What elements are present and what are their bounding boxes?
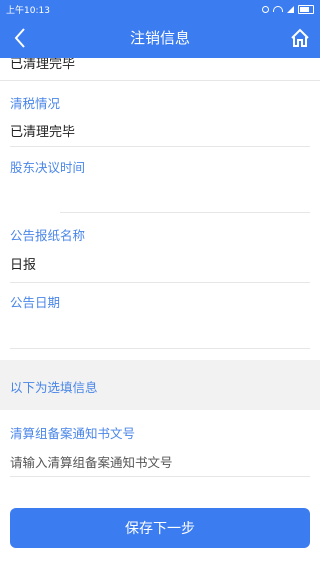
status-icons	[262, 4, 314, 14]
form-content: 已清理完毕 清税情况 已清理完毕 股东决议时间 公告报纸名称 日报 公告日期 以…	[0, 58, 320, 504]
divider	[10, 476, 310, 477]
liquidation-notice-input[interactable]: 请输入清算组备案通知书文号	[10, 452, 173, 471]
signal-icon	[287, 5, 294, 13]
resolution-date-field[interactable]: 股东决议时间	[0, 146, 320, 212]
tax-status-value: 已清理完毕	[10, 125, 76, 140]
status-time: 上午10:13	[6, 5, 50, 16]
liquidation-notice-field[interactable]: 清算组备案通知书文号 请输入清算组备案通知书文号	[0, 410, 320, 476]
newspaper-name-value: 日报	[10, 258, 37, 273]
page-title: 注销信息	[129, 29, 190, 47]
newspaper-name-label: 公告报纸名称	[10, 228, 86, 243]
alarm-icon	[262, 5, 269, 13]
status-bar: 上午10:13	[0, 0, 320, 18]
save-next-button[interactable]: 保存下一步	[10, 508, 310, 548]
footer: 保存下一步	[0, 504, 320, 568]
resolution-date-label: 股东决议时间	[10, 160, 86, 175]
wifi-icon	[273, 6, 283, 12]
home-icon	[291, 28, 309, 47]
tax-status-label: 清税情况	[10, 96, 61, 111]
home-button[interactable]	[284, 22, 316, 54]
previous-field-value: 已清理完毕	[10, 58, 76, 72]
newspaper-name-field[interactable]: 公告报纸名称 日报	[0, 212, 320, 282]
optional-section-title: 以下为选填信息	[10, 380, 98, 395]
divider	[10, 348, 310, 349]
optional-section-header: 以下为选填信息	[0, 360, 320, 410]
announcement-date-label: 公告日期	[10, 295, 61, 310]
tax-status-field[interactable]: 清税情况 已清理完毕	[0, 80, 320, 146]
liquidation-notice-label: 清算组备案通知书文号	[10, 426, 136, 441]
battery-icon	[298, 4, 314, 14]
announcement-date-field[interactable]: 公告日期	[0, 282, 320, 348]
nav-bar: 注销信息	[0, 18, 320, 58]
